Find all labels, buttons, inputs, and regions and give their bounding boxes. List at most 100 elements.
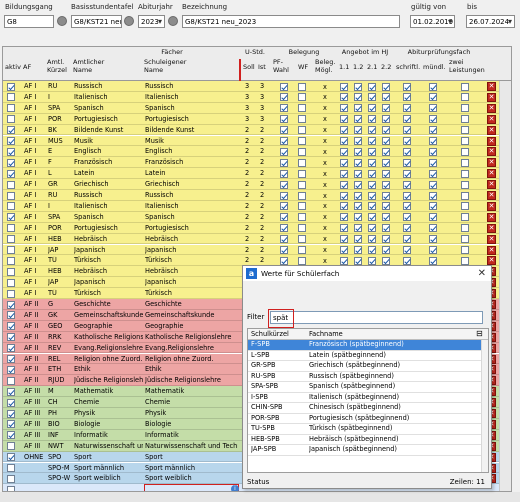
hj-checkbox[interactable] xyxy=(354,246,362,254)
hj-checkbox[interactable] xyxy=(340,158,348,167)
schuleigener-name-cell[interactable]: Russisch xyxy=(145,82,238,91)
table-row[interactable]: AF I RU Russisch Russisch 2 2 x ✕ xyxy=(3,190,511,201)
aktiv-checkbox[interactable] xyxy=(7,333,15,342)
table-row[interactable]: AF I POR Portugiesisch Portugiesisch 3 3 x ✕ xyxy=(3,113,511,125)
muendl-checkbox[interactable] xyxy=(429,180,437,189)
schuleigener-name-cell[interactable]: Englisch xyxy=(145,147,238,156)
hj-checkbox[interactable] xyxy=(354,180,362,189)
muendl-checkbox[interactable] xyxy=(429,224,437,233)
muendl-checkbox[interactable] xyxy=(429,202,437,211)
aktiv-checkbox[interactable] xyxy=(7,158,15,167)
list-item[interactable]: HEB-SPB Hebräisch (spätbeginnend) xyxy=(248,435,481,445)
schuleigener-name-cell[interactable]: Portugiesisch xyxy=(145,115,238,124)
table-row[interactable]: AF I I Italienisch Italienisch 3 3 x ✕ xyxy=(3,91,511,103)
aktiv-checkbox[interactable] xyxy=(7,246,15,254)
hj-checkbox[interactable] xyxy=(368,93,376,102)
list-item[interactable]: SPA-SPB Spanisch (spätbeginnend) xyxy=(248,382,481,393)
hj-checkbox[interactable] xyxy=(354,213,362,222)
wf-checkbox[interactable] xyxy=(298,169,306,178)
hj-checkbox[interactable] xyxy=(382,82,390,91)
aktiv-checkbox[interactable] xyxy=(7,224,15,233)
hj-checkbox[interactable] xyxy=(340,104,348,113)
aktiv-checkbox[interactable] xyxy=(7,115,15,124)
aktiv-checkbox[interactable] xyxy=(7,431,15,440)
pf-wahl-checkbox[interactable] xyxy=(280,256,288,265)
hj-checkbox[interactable] xyxy=(340,191,348,200)
hj-checkbox[interactable] xyxy=(382,256,390,265)
list-item[interactable]: TU-SPB Türkisch (spätbeginnend) xyxy=(248,424,481,435)
schuleigener-name-cell[interactable]: Naturwissenschaft und Technik xyxy=(145,442,238,451)
hj-checkbox[interactable] xyxy=(382,180,390,189)
schuleigener-name-cell[interactable]: Jüdische Religionslehre xyxy=(145,376,238,385)
hj-checkbox[interactable] xyxy=(382,147,390,156)
list-item[interactable]: GR-SPB Griechisch (spätbeginnend) xyxy=(248,361,481,372)
wf-checkbox[interactable] xyxy=(298,93,306,102)
hj-checkbox[interactable] xyxy=(354,191,362,200)
muendl-checkbox[interactable] xyxy=(429,137,437,145)
pf-wahl-checkbox[interactable] xyxy=(280,180,288,189)
aktiv-checkbox[interactable] xyxy=(7,300,15,309)
zwei-leistungen-checkbox[interactable] xyxy=(461,224,469,233)
delete-icon[interactable]: ✕ xyxy=(487,212,496,222)
hj-checkbox[interactable] xyxy=(340,224,348,233)
hj-checkbox[interactable] xyxy=(382,235,390,244)
pf-wahl-checkbox[interactable] xyxy=(280,213,288,222)
table-row[interactable]: AF I E Englisch Englisch 2 2 x ✕ xyxy=(3,146,511,158)
hj-checkbox[interactable] xyxy=(368,104,376,113)
zwei-leistungen-checkbox[interactable] xyxy=(461,147,469,156)
bildungsgang-lookup-icon[interactable] xyxy=(57,16,67,26)
muendl-checkbox[interactable] xyxy=(429,115,437,124)
table-row[interactable]: AF I L Latein Latein 2 2 x ✕ xyxy=(3,168,511,180)
delete-icon[interactable]: ✕ xyxy=(487,234,496,244)
muendl-checkbox[interactable] xyxy=(429,126,437,135)
zwei-leistungen-checkbox[interactable] xyxy=(461,191,469,200)
schuleigener-name-cell[interactable]: Französisch xyxy=(145,158,238,167)
wf-checkbox[interactable] xyxy=(298,191,306,200)
hj-checkbox[interactable] xyxy=(382,126,390,135)
hj-checkbox[interactable] xyxy=(340,235,348,244)
basisstundentafel-field[interactable]: G8/KST21 neu xyxy=(71,15,122,28)
hj-checkbox[interactable] xyxy=(368,224,376,233)
zwei-leistungen-checkbox[interactable] xyxy=(461,115,469,124)
aktiv-checkbox[interactable] xyxy=(7,409,15,418)
hj-checkbox[interactable] xyxy=(354,93,362,102)
aktiv-checkbox[interactable] xyxy=(7,474,15,483)
hj-checkbox[interactable] xyxy=(354,82,362,91)
zwei-leistungen-checkbox[interactable] xyxy=(461,137,469,145)
schriftl-checkbox[interactable] xyxy=(403,246,411,254)
grid-horizontal-scrollbar[interactable] xyxy=(0,492,520,502)
table-row[interactable]: AF I RU Russisch Russisch 3 3 x ✕ xyxy=(3,81,511,92)
muendl-checkbox[interactable] xyxy=(429,213,437,222)
schuleigener-name-cell[interactable]: Informatik xyxy=(145,431,238,440)
table-row[interactable]: AF I GR Griechisch Griechisch 2 2 x ✕ xyxy=(3,179,511,190)
hj-checkbox[interactable] xyxy=(368,180,376,189)
muendl-checkbox[interactable] xyxy=(429,256,437,265)
aktiv-checkbox[interactable] xyxy=(7,202,15,211)
wf-checkbox[interactable] xyxy=(298,104,306,113)
schuleigener-name-cell[interactable]: Ethik xyxy=(145,365,238,374)
delete-icon[interactable]: ✕ xyxy=(487,147,496,157)
schriftl-checkbox[interactable] xyxy=(403,235,411,244)
hj-checkbox[interactable] xyxy=(382,202,390,211)
delete-icon[interactable]: ✕ xyxy=(487,191,496,200)
schriftl-checkbox[interactable] xyxy=(403,137,411,145)
aktiv-checkbox[interactable] xyxy=(7,365,15,374)
aktiv-checkbox[interactable] xyxy=(7,93,15,102)
schriftl-checkbox[interactable] xyxy=(403,213,411,222)
zwei-leistungen-checkbox[interactable] xyxy=(461,202,469,211)
schuleigener-name-cell[interactable]: Geschichte xyxy=(145,300,238,309)
table-row[interactable]: AF I I Italienisch Italienisch 2 2 x ✕ xyxy=(3,200,511,212)
schuleigener-name-cell[interactable]: Türkisch xyxy=(145,256,238,265)
hj-checkbox[interactable] xyxy=(354,137,362,145)
hj-checkbox[interactable] xyxy=(368,158,376,167)
hj-checkbox[interactable] xyxy=(382,158,390,167)
col-schulkuerzel[interactable]: Schulkürzel xyxy=(251,330,289,339)
aktiv-checkbox[interactable] xyxy=(7,464,15,472)
table-row[interactable]: AF I SPA Spanisch Spanisch 2 2 x ✕ xyxy=(3,211,511,223)
table-row[interactable]: AF I BK Bildende Kunst Bildende Kunst 2 2 x ✕ xyxy=(3,124,511,136)
filter-input[interactable]: spät xyxy=(268,309,483,328)
column-chooser-icon[interactable]: ⊟ xyxy=(476,329,483,338)
muendl-checkbox[interactable] xyxy=(429,82,437,91)
schuleigener-name-cell[interactable]: Chemie xyxy=(145,398,238,407)
hj-checkbox[interactable] xyxy=(340,82,348,91)
